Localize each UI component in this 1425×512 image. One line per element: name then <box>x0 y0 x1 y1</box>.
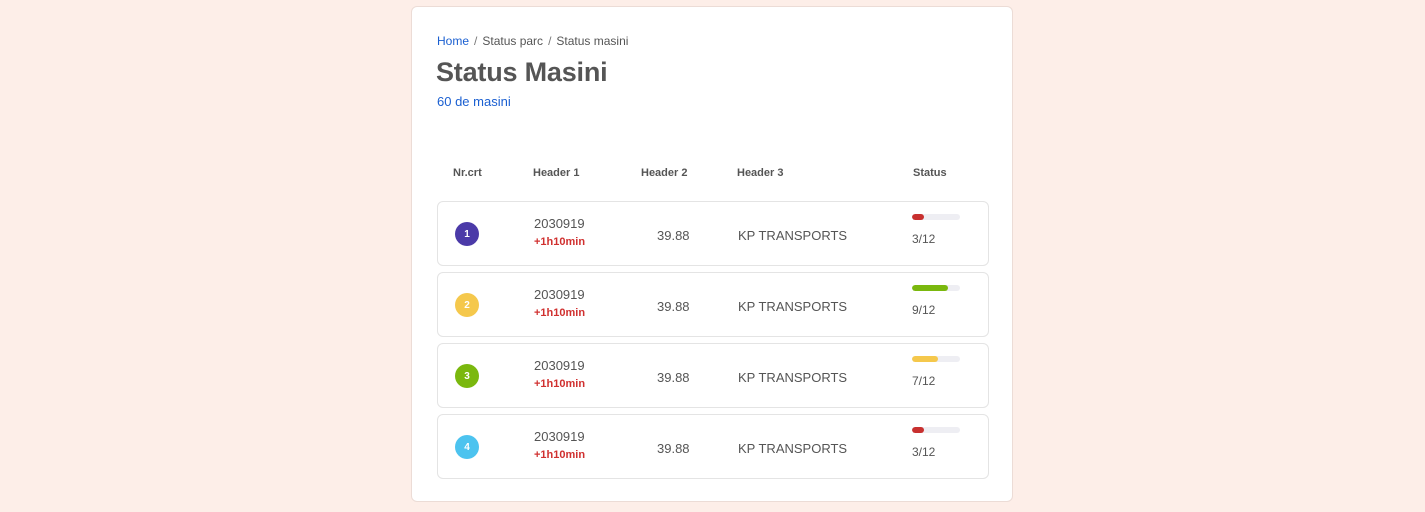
status-progress-bar <box>912 214 960 220</box>
row-header2-value: 39.88 <box>657 228 690 243</box>
row-header2-value: 39.88 <box>657 441 690 456</box>
table-row[interactable]: 4 2030919 +1h10min 39.88 KP TRANSPORTS 3… <box>437 414 989 479</box>
status-progress-fill <box>912 427 924 433</box>
row-header2-value: 39.88 <box>657 299 690 314</box>
breadcrumb: Home / Status parc / Status masini <box>437 34 628 48</box>
row-number-badge: 4 <box>455 435 479 459</box>
status-progress-fill <box>912 356 939 362</box>
row-header1-value: 2030919 <box>534 358 585 373</box>
status-progress-bar <box>912 427 960 433</box>
breadcrumb-separator: / <box>548 34 552 48</box>
table-header: Nr.crt Header 1 Header 2 Header 3 Status <box>437 167 989 183</box>
row-status-value: 3/12 <box>912 232 936 246</box>
row-delay-value: +1h10min <box>534 307 586 319</box>
row-status-value: 3/12 <box>912 445 936 459</box>
status-progress-fill <box>912 285 948 291</box>
row-delay-value: +1h10min <box>534 378 586 390</box>
row-header1-value: 2030919 <box>534 216 585 231</box>
row-header1-value: 2030919 <box>534 287 585 302</box>
row-number-badge: 1 <box>455 222 479 246</box>
row-header3-value: KP TRANSPORTS <box>738 228 848 243</box>
status-progress-fill <box>912 214 924 220</box>
row-delay-value: +1h10min <box>534 449 586 461</box>
vehicle-count: 60 de masini <box>437 94 511 109</box>
row-header3-value: KP TRANSPORTS <box>738 441 848 456</box>
status-progress-bar <box>912 356 960 362</box>
header-nr: Nr.crt <box>453 167 482 179</box>
header-2: Header 2 <box>641 167 688 179</box>
row-header3-value: KP TRANSPORTS <box>738 370 848 385</box>
row-number-badge: 3 <box>455 364 479 388</box>
header-1: Header 1 <box>533 167 580 179</box>
table-row[interactable]: 2 2030919 +1h10min 39.88 KP TRANSPORTS 9… <box>437 272 989 337</box>
page-title: Status Masini <box>436 57 608 87</box>
row-status-value: 7/12 <box>912 374 936 388</box>
row-header1-value: 2030919 <box>534 429 585 444</box>
breadcrumb-separator: / <box>474 34 478 48</box>
row-header3-value: KP TRANSPORTS <box>738 299 848 314</box>
breadcrumb-current: Status masini <box>556 34 629 48</box>
table-row[interactable]: 3 2030919 +1h10min 39.88 KP TRANSPORTS 7… <box>437 343 989 408</box>
table-body: 1 2030919 +1h10min 39.88 KP TRANSPORTS 3… <box>437 201 989 485</box>
header-status: Status <box>913 167 947 179</box>
header-3: Header 3 <box>737 167 784 179</box>
row-number-badge: 2 <box>455 293 479 317</box>
table-row[interactable]: 1 2030919 +1h10min 39.88 KP TRANSPORTS 3… <box>437 201 989 266</box>
breadcrumb-status-parc[interactable]: Status parc <box>482 34 543 48</box>
row-delay-value: +1h10min <box>534 236 586 248</box>
status-progress-bar <box>912 285 960 291</box>
row-header2-value: 39.88 <box>657 370 690 385</box>
breadcrumb-home-link[interactable]: Home <box>437 34 469 48</box>
row-status-value: 9/12 <box>912 303 936 317</box>
status-card: Home / Status parc / Status masini Statu… <box>411 6 1013 502</box>
